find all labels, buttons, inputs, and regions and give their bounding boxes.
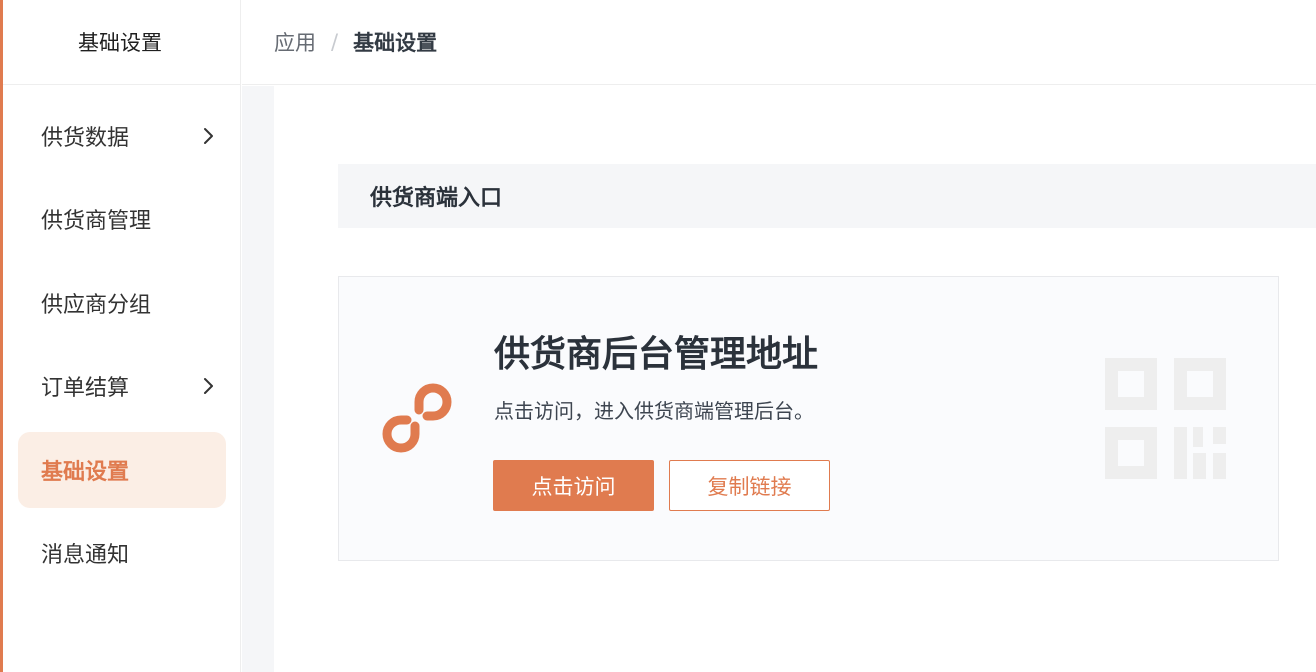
chevron-right-icon xyxy=(204,128,213,144)
qr-code-icon xyxy=(1105,358,1226,479)
link-icon xyxy=(382,383,452,453)
app-root: 基础设置 供货数据 供货商管理 供应商分组 订单结算 基础设置 消息通知 应用 … xyxy=(0,0,1316,672)
sidebar-title: 基础设置 xyxy=(0,0,240,85)
sidebar-item-label: 订单结算 xyxy=(41,376,130,402)
sidebar-item-message-notification[interactable]: 消息通知 xyxy=(18,515,226,591)
breadcrumb-separator: / xyxy=(331,30,339,54)
sidebar-item-supplier-management[interactable]: 供货商管理 xyxy=(18,181,226,257)
copy-link-button[interactable]: 复制链接 xyxy=(669,460,830,511)
sidebar-item-supply-data[interactable]: 供货数据 xyxy=(18,98,226,174)
card-title: 供货商后台管理地址 xyxy=(494,334,819,375)
card-description: 点击访问，进入供货商端管理后台。 xyxy=(494,399,814,423)
breadcrumb-parent-link[interactable]: 应用 xyxy=(274,27,316,57)
supplier-entry-card: 供货商后台管理地址 点击访问，进入供货商端管理后台。 点击访问 复制链接 xyxy=(338,276,1279,561)
sidebar-accent-bar xyxy=(0,0,3,672)
sidebar-item-basic-settings[interactable]: 基础设置 xyxy=(18,431,226,508)
sidebar-menu: 供货数据 供货商管理 供应商分组 订单结算 基础设置 消息通知 xyxy=(18,98,226,598)
section-title: 供货商端入口 xyxy=(338,164,1316,228)
chevron-right-icon xyxy=(204,378,213,395)
sidebar-item-label: 消息通知 xyxy=(41,542,130,568)
sidebar-item-label: 供货数据 xyxy=(41,126,130,151)
sidebar-item-label: 供货商管理 xyxy=(41,209,152,235)
sidebar-item-label: 供应商分组 xyxy=(41,292,152,318)
visit-button[interactable]: 点击访问 xyxy=(493,460,654,511)
content-gutter xyxy=(242,86,274,672)
sidebar: 基础设置 供货数据 供货商管理 供应商分组 订单结算 基础设置 消息通知 xyxy=(0,0,241,672)
sidebar-item-label: 基础设置 xyxy=(41,459,130,485)
sidebar-item-order-settlement[interactable]: 订单结算 xyxy=(18,348,226,424)
sidebar-item-supplier-groups[interactable]: 供应商分组 xyxy=(18,265,226,341)
breadcrumb: 应用 / 基础设置 xyxy=(242,0,1316,85)
breadcrumb-current: 基础设置 xyxy=(353,31,438,55)
